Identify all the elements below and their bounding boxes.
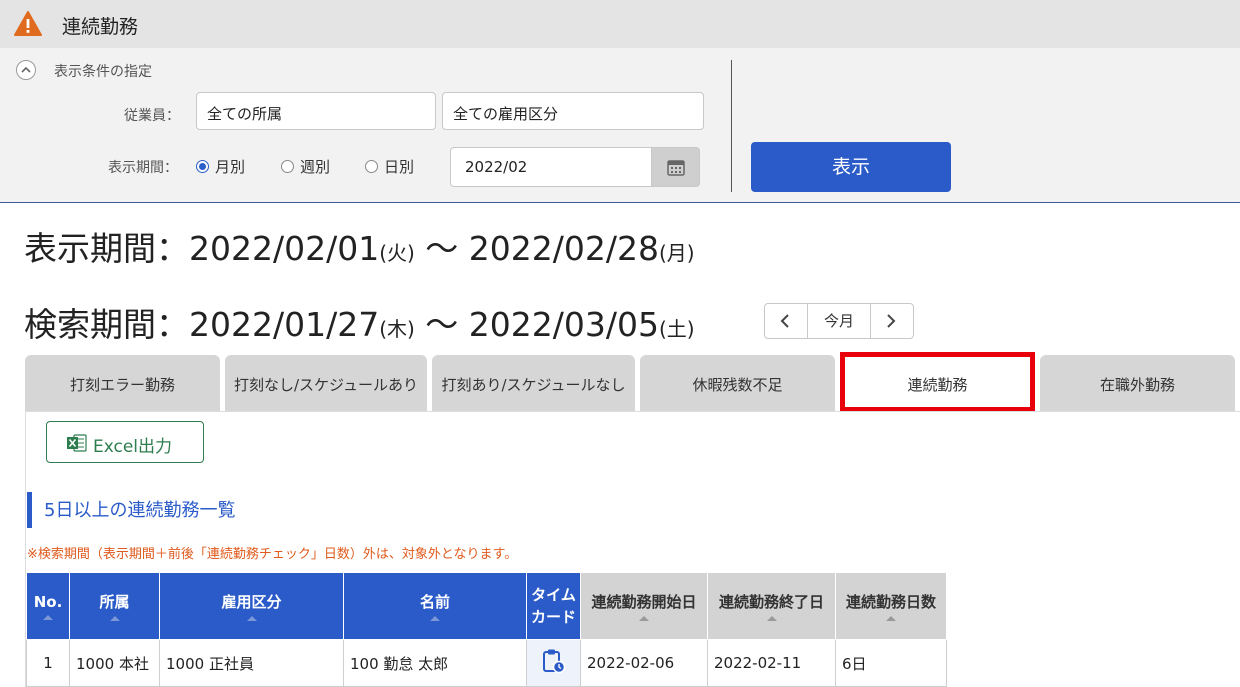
sort-icon xyxy=(43,614,53,620)
radio-monthly[interactable]: 月別 xyxy=(196,156,245,177)
sort-icon xyxy=(430,616,440,621)
prev-month-button[interactable] xyxy=(765,304,807,338)
radio-label: 月別 xyxy=(215,158,246,176)
table-row: 1 1000 本社 1000 正社員 100 勤怠 太郎 2022-02-06 … xyxy=(26,639,947,687)
affiliation-select[interactable]: 全ての所属 xyxy=(196,92,436,130)
col-name[interactable]: 名前 xyxy=(343,572,527,640)
cell-no: 1 xyxy=(26,639,70,687)
excel-button-label: Excel出力 xyxy=(93,437,173,457)
col-start-date[interactable]: 連続勤務開始日 xyxy=(580,572,708,640)
table-header-row: No. 所属 雇用区分 名前 タイム カード 連続勤務開始日 連続勤務終了日 連… xyxy=(26,572,947,640)
section-title: 5日以上の連続勤務一覧 xyxy=(27,492,235,528)
display-period-start: 2022/02/01 xyxy=(189,229,380,268)
col-label: 名前 xyxy=(419,593,450,611)
calendar-button[interactable] xyxy=(651,147,700,187)
display-period-start-day: (火) xyxy=(379,241,415,265)
timecard-icon[interactable] xyxy=(542,648,566,674)
title-bar: 連続勤務 xyxy=(0,0,1240,48)
excel-export-button[interactable]: Excel出力 xyxy=(46,421,204,463)
col-end-date[interactable]: 連続勤務終了日 xyxy=(707,572,836,640)
display-period-end-day: (月) xyxy=(659,241,695,265)
display-period-sep: 〜 xyxy=(414,229,469,268)
sort-icon xyxy=(639,616,649,621)
tab-punch-no-schedule[interactable]: 打刻あり/スケジュールなし xyxy=(432,355,635,412)
display-period: 表示期間：2022/02/01(火) 〜 2022/02/28(月) xyxy=(24,222,695,270)
active-tab-highlight xyxy=(840,352,1035,412)
col-label: 連続勤務終了日 xyxy=(718,593,824,611)
sort-icon xyxy=(766,616,777,621)
date-input[interactable]: 2022/02 xyxy=(450,147,652,187)
employment-type-select[interactable]: 全ての雇用区分 xyxy=(442,92,704,130)
radio-dot[interactable] xyxy=(281,160,294,173)
col-no[interactable]: No. xyxy=(26,572,70,640)
show-button[interactable]: 表示 xyxy=(751,142,951,192)
col-label: タイム カード xyxy=(530,586,576,626)
tab-out-of-employment[interactable]: 在職外勤務 xyxy=(1040,355,1235,412)
period-label: 表示期間： xyxy=(108,160,178,176)
warning-icon xyxy=(14,11,42,36)
cell-timecard xyxy=(526,639,581,687)
tab-no-punch-with-schedule[interactable]: 打刻なし/スケジュールあり xyxy=(225,355,427,412)
excel-icon xyxy=(67,434,87,452)
col-timecard: タイム カード xyxy=(526,572,581,640)
divider xyxy=(731,60,732,192)
month-nav: 今月 xyxy=(764,303,914,339)
col-label: 所属 xyxy=(99,593,130,611)
page-title: 連続勤務 xyxy=(62,16,139,38)
sort-icon xyxy=(246,616,257,621)
search-period-label: 検索期間： xyxy=(24,305,189,344)
sort-icon xyxy=(886,616,896,621)
radio-label: 日別 xyxy=(384,158,415,176)
search-period-start: 2022/01/27 xyxy=(189,305,380,344)
cell-end-date: 2022-02-11 xyxy=(707,639,836,687)
filter-toggle-label[interactable]: 表示条件の指定 xyxy=(54,61,152,81)
search-period-note: ※検索期間（表示期間＋前後「連続勤務チェック」日数）外は、対象外となります。 xyxy=(27,547,518,562)
col-label: 連続勤務日数 xyxy=(845,593,936,611)
radio-dot[interactable] xyxy=(365,160,378,173)
filter-panel: 表示条件の指定 従業員： 全ての所属 全ての雇用区分 表示期間： 月別 週別 日… xyxy=(0,48,1240,203)
radio-daily[interactable]: 日別 xyxy=(365,156,414,177)
col-affiliation[interactable]: 所属 xyxy=(69,572,160,640)
employee-label: 従業員： xyxy=(124,108,180,124)
tab-punch-error[interactable]: 打刻エラー勤務 xyxy=(25,355,220,412)
tab-leave-shortage[interactable]: 休暇残数不足 xyxy=(640,355,835,412)
col-label: 雇用区分 xyxy=(221,593,282,611)
calendar-icon xyxy=(667,160,685,176)
search-period-end-day: (土) xyxy=(659,317,695,341)
chevron-right-icon xyxy=(887,314,896,328)
current-month-button[interactable]: 今月 xyxy=(807,304,871,338)
col-employment-type[interactable]: 雇用区分 xyxy=(159,572,344,640)
radio-dot[interactable] xyxy=(196,160,209,173)
search-period-end: 2022/03/05 xyxy=(468,305,659,344)
chevron-left-icon xyxy=(780,314,789,328)
chevron-up-icon[interactable] xyxy=(16,60,36,80)
col-label: No. xyxy=(33,592,63,611)
next-month-button[interactable] xyxy=(871,304,913,338)
radio-weekly[interactable]: 週別 xyxy=(281,156,330,177)
sort-icon xyxy=(109,616,120,621)
cell-start-date: 2022-02-06 xyxy=(580,639,708,687)
search-period-sep: 〜 xyxy=(414,305,469,344)
cell-employment-type: 1000 正社員 xyxy=(159,639,344,687)
cell-name: 100 勤怠 太郎 xyxy=(343,639,527,687)
cell-days: 6日 xyxy=(835,639,947,687)
search-period-start-day: (木) xyxy=(379,317,415,341)
search-period: 検索期間：2022/01/27(木) 〜 2022/03/05(土) xyxy=(24,298,695,346)
radio-label: 週別 xyxy=(300,158,331,176)
col-days[interactable]: 連続勤務日数 xyxy=(835,572,947,640)
display-period-label: 表示期間： xyxy=(24,229,189,268)
consecutive-work-table: No. 所属 雇用区分 名前 タイム カード 連続勤務開始日 連続勤務終了日 連… xyxy=(26,572,947,687)
display-period-end: 2022/02/28 xyxy=(468,229,659,268)
col-label: 連続勤務開始日 xyxy=(591,593,697,611)
cell-affiliation: 1000 本社 xyxy=(69,639,160,687)
